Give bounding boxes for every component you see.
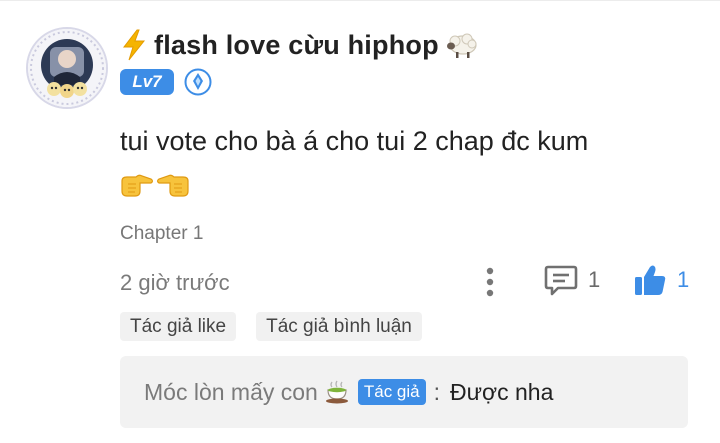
avatar-image bbox=[28, 29, 106, 107]
thumbs-up-icon bbox=[635, 265, 666, 295]
reply-button[interactable]: 1 bbox=[544, 264, 600, 296]
reply-text: Được nha bbox=[450, 378, 554, 405]
author-badge: Tác giả bbox=[357, 379, 426, 405]
author-tags: Tác giả like Tác giả bình luận bbox=[120, 312, 422, 341]
tea-cup-emoji-icon bbox=[324, 379, 350, 405]
more-options-button[interactable] bbox=[480, 265, 500, 299]
tag-author-like: Tác giả like bbox=[120, 312, 237, 341]
reply-author-name[interactable]: Móc lòn mấy con bbox=[144, 379, 318, 406]
like-count: 1 bbox=[677, 267, 690, 292]
username-row: flash love cừu hiphop bbox=[120, 26, 479, 64]
avatar[interactable] bbox=[26, 27, 108, 109]
comment-meta-row: 2 giờ trước 1 1 bbox=[120, 262, 700, 302]
pointing-left-emoji-icon bbox=[156, 174, 189, 197]
reply-separator: : bbox=[433, 378, 440, 405]
emoji-row bbox=[120, 171, 190, 199]
chapter-label[interactable]: Chapter 1 bbox=[120, 223, 203, 245]
comment-bubble-icon bbox=[544, 265, 578, 296]
comment-text: tui vote cho bà á cho tui 2 chap đc kum bbox=[120, 126, 589, 156]
reply-count: 1 bbox=[588, 267, 601, 292]
reply-preview[interactable]: Móc lòn mấy con Tác giả : Được nha bbox=[120, 356, 688, 428]
tag-author-comment: Tác giả bình luận bbox=[256, 312, 422, 341]
top-divider bbox=[0, 0, 720, 1]
timestamp: 2 giờ trước bbox=[120, 270, 230, 295]
vertical-dots-icon bbox=[486, 267, 494, 297]
sheep-emoji-icon bbox=[445, 29, 479, 61]
level-badge: Lv7 bbox=[120, 69, 174, 95]
username[interactable]: flash love cừu hiphop bbox=[154, 30, 439, 61]
pointing-right-emoji-icon bbox=[121, 174, 154, 197]
lightning-emoji-icon bbox=[120, 29, 148, 61]
rank-crystal-icon bbox=[184, 68, 212, 96]
like-button[interactable]: 1 bbox=[633, 263, 689, 297]
